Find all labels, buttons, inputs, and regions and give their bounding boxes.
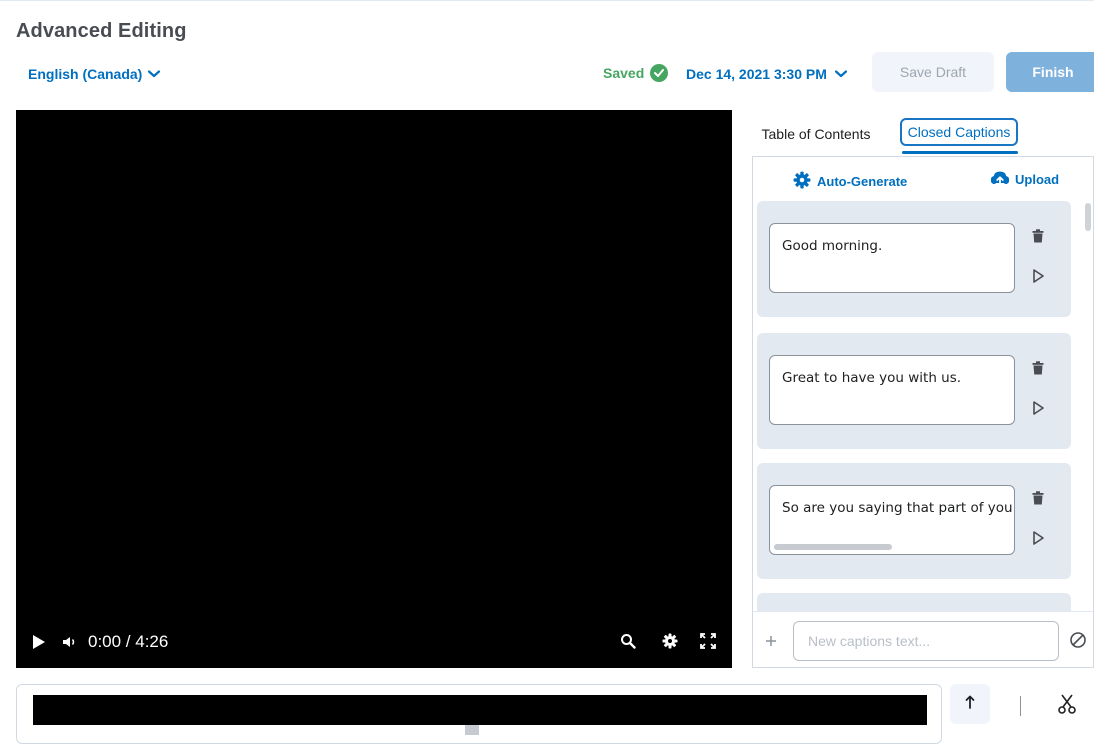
auto-generate-button[interactable]: Auto-Generate: [793, 171, 907, 192]
datetime-label: Dec 14, 2021 3:30 PM: [686, 66, 827, 82]
captions-panel: Auto-Generate Upload Good morning. Great…: [752, 156, 1094, 668]
page-title: Advanced Editing: [16, 20, 187, 42]
caption-text: So are you saying that part of you: [782, 500, 1013, 516]
cloud-upload-icon: [990, 171, 1010, 188]
search-icon[interactable]: [620, 633, 636, 649]
timeline-playhead[interactable]: [465, 725, 479, 735]
arrow-up-icon: [965, 695, 975, 714]
caption-item: So are you saying that part of you: [757, 463, 1071, 579]
move-up-button[interactable]: [950, 684, 990, 724]
play-icon[interactable]: [32, 634, 46, 650]
gear-sparkle-icon: [793, 171, 811, 192]
caption-item: Good morning.: [757, 201, 1071, 317]
trash-icon[interactable]: [1032, 229, 1044, 248]
chevron-down-icon: [834, 70, 847, 78]
divider: [1020, 696, 1021, 716]
chevron-down-icon: [148, 70, 161, 78]
tab-closed-captions[interactable]: Closed Captions: [900, 118, 1018, 146]
publish-date-select[interactable]: Dec 14, 2021 3:30 PM: [686, 64, 847, 84]
language-select[interactable]: English (Canada): [28, 64, 161, 84]
horizontal-scrollbar[interactable]: [774, 544, 892, 550]
caption-item: [757, 593, 1071, 611]
caption-text-field[interactable]: Great to have you with us.: [769, 355, 1015, 425]
volume-icon[interactable]: [62, 635, 78, 649]
gear-icon[interactable]: [662, 633, 678, 649]
plus-icon[interactable]: [765, 631, 777, 652]
saved-status: Saved: [603, 62, 669, 84]
caption-item: Great to have you with us.: [757, 333, 1071, 449]
finish-button[interactable]: Finish: [1006, 52, 1094, 92]
active-tab-indicator: [902, 151, 1018, 154]
vertical-scrollbar[interactable]: [1085, 203, 1091, 231]
upload-button[interactable]: Upload: [990, 171, 1060, 188]
tab-table-of-contents[interactable]: Table of Contents: [752, 120, 880, 148]
saved-label: Saved: [603, 65, 645, 81]
check-circle-icon: [650, 64, 669, 82]
caption-text-field[interactable]: Good morning.: [769, 223, 1015, 293]
captions-list[interactable]: Good morning. Great to have you with us.…: [757, 201, 1075, 611]
fullscreen-icon[interactable]: [700, 633, 716, 649]
timeline[interactable]: [16, 684, 942, 744]
auto-generate-label: Auto-Generate: [817, 174, 908, 189]
trash-icon[interactable]: [1032, 361, 1044, 380]
language-label: English (Canada): [28, 66, 143, 82]
captions-actions: Auto-Generate Upload: [753, 157, 1093, 201]
player-controls: 0:00 / 4:26: [16, 618, 732, 668]
play-caption-icon[interactable]: [1033, 401, 1044, 420]
video-player[interactable]: 0:00 / 4:26: [16, 110, 732, 668]
timeline-track[interactable]: [33, 695, 927, 725]
clear-icon[interactable]: [1069, 631, 1087, 654]
save-draft-button[interactable]: Save Draft: [872, 52, 994, 92]
divider: [753, 611, 1093, 612]
trash-icon[interactable]: [1032, 491, 1044, 510]
playback-time: 0:00 / 4:26: [88, 632, 169, 651]
caption-text-field[interactable]: So are you saying that part of you: [769, 485, 1015, 555]
new-caption-input[interactable]: [793, 621, 1059, 661]
top-border: [0, 0, 1094, 1]
upload-label: Upload: [1015, 172, 1060, 187]
scissors-icon[interactable]: [1058, 694, 1076, 719]
play-caption-icon[interactable]: [1033, 531, 1044, 550]
play-caption-icon[interactable]: [1033, 269, 1044, 288]
